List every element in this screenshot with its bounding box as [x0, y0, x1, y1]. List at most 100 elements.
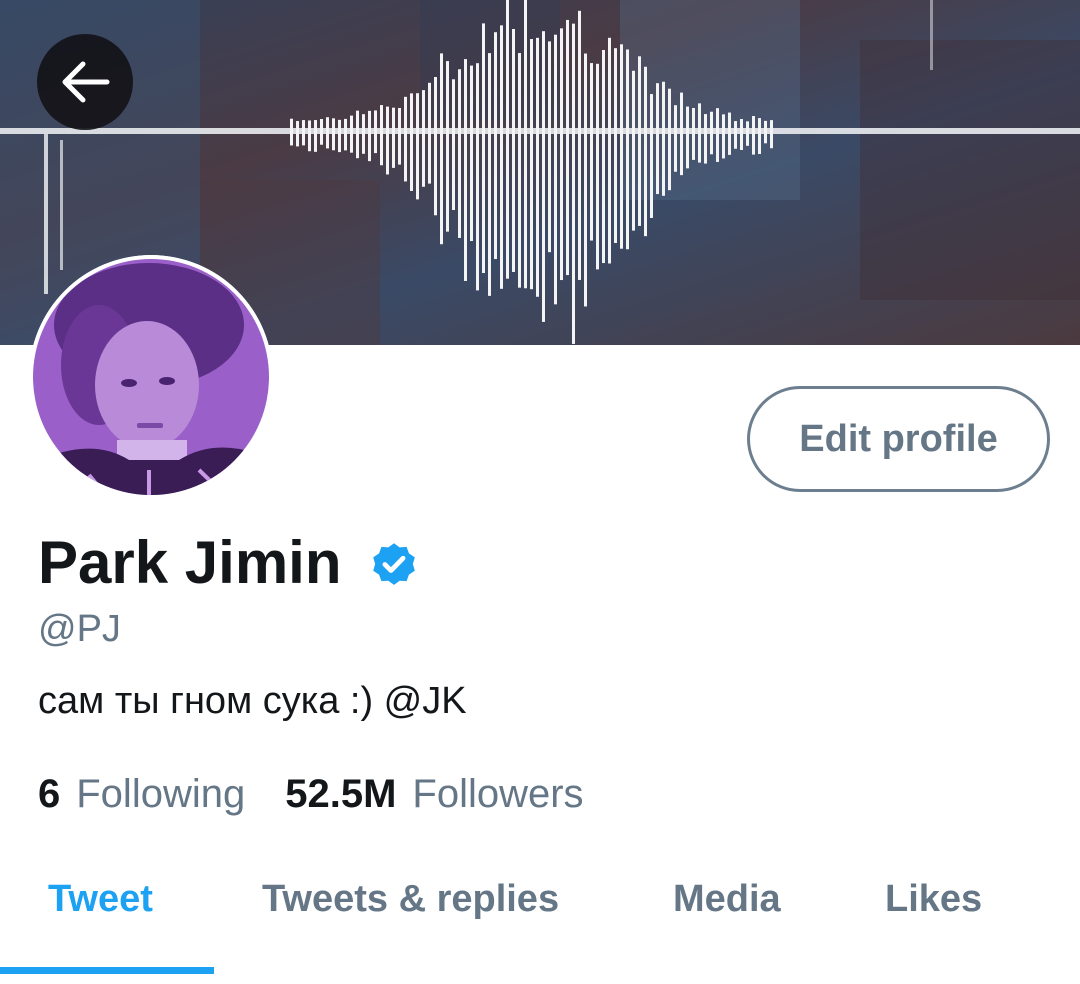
waveform-bar: [440, 53, 443, 245]
waveform-bar: [614, 48, 617, 243]
followers-label: Followers: [412, 772, 584, 816]
waveform-bar: [596, 63, 599, 270]
waveform-bar: [764, 120, 767, 144]
waveform-bar: [674, 105, 677, 172]
waveform-bar: [380, 105, 383, 166]
waveform-bar: [368, 110, 371, 162]
waveform-bar: [692, 108, 695, 160]
waveform-bar: [392, 107, 395, 168]
waveform-bar: [446, 61, 449, 232]
waveform-bar: [734, 121, 737, 149]
waveform-bar: [632, 70, 635, 231]
waveform-bar: [398, 107, 401, 165]
waveform-bar: [656, 83, 659, 195]
tab-tweet[interactable]: Tweet: [48, 878, 153, 921]
followers-stat[interactable]: 52.5M Followers: [285, 772, 583, 817]
waveform-bar: [716, 108, 719, 162]
waveform-bar: [512, 28, 515, 272]
waveform-bar: [524, 0, 527, 289]
waveform-bar: [494, 32, 497, 260]
waveform-bar: [326, 117, 329, 149]
waveform-bar: [362, 114, 365, 154]
follow-stats: 6 Following 52.5M Followers: [38, 772, 584, 817]
waveform-bar: [320, 119, 323, 145]
waveform-bar: [356, 110, 359, 159]
waveform-bar: [506, 0, 509, 279]
waveform-bar: [668, 88, 671, 191]
edit-profile-label: Edit profile: [799, 417, 998, 460]
waveform-bar: [416, 93, 419, 200]
tab-media[interactable]: Media: [673, 878, 781, 921]
waveform-bar: [722, 114, 725, 159]
back-button[interactable]: [37, 34, 133, 130]
waveform-bar: [386, 106, 389, 175]
waveform-bar: [404, 96, 407, 182]
waveform-bar: [518, 53, 521, 288]
waveform-bar: [314, 120, 317, 152]
verified-badge-icon: [372, 542, 415, 585]
following-stat[interactable]: 6 Following: [38, 772, 245, 817]
waveform-bar: [578, 10, 581, 280]
active-tab-indicator: [0, 967, 214, 974]
waveform-bar: [374, 110, 377, 154]
avatar[interactable]: [29, 255, 273, 499]
following-label: Following: [76, 772, 246, 816]
user-handle: @PJ: [38, 608, 121, 650]
waveform-bar: [584, 53, 587, 307]
waveform-bar: [500, 25, 503, 289]
waveform-bar: [758, 118, 761, 155]
waveform-bar: [710, 111, 713, 155]
waveform-bar: [488, 53, 491, 296]
waveform-bar: [770, 120, 773, 149]
waveform-bar: [602, 49, 605, 264]
waveform-bar: [572, 23, 575, 344]
waveform-bar: [740, 119, 743, 150]
waveform-bar: [470, 65, 473, 242]
waveform-bar: [560, 28, 563, 281]
waveform-bar: [638, 56, 641, 226]
waveform-bar: [650, 94, 653, 218]
followers-count: 52.5M: [285, 772, 397, 816]
tab-likes[interactable]: Likes: [885, 878, 982, 921]
waveform-bar: [626, 49, 629, 250]
waveform-bar: [410, 93, 413, 191]
waveform-bar: [476, 63, 479, 291]
waveform-bar: [302, 120, 305, 146]
waveform-bar: [608, 37, 611, 264]
waveform-bar: [698, 103, 701, 163]
waveform-bar: [332, 118, 335, 151]
waveform-bar: [548, 41, 551, 253]
waveform-bar: [422, 90, 425, 187]
edit-profile-button[interactable]: Edit profile: [747, 386, 1050, 492]
waveform-bar: [536, 37, 539, 297]
avatar-image: [29, 255, 273, 499]
waveform-bar: [428, 82, 431, 184]
waveform-bar: [290, 118, 293, 146]
display-name: Park Jimin: [38, 529, 342, 596]
tab-tweets-and-replies[interactable]: Tweets & replies: [262, 878, 559, 921]
waveform-bar: [590, 63, 593, 241]
waveform-bar: [308, 120, 311, 152]
following-count: 6: [38, 772, 61, 816]
waveform-bar: [344, 118, 347, 151]
profile-name-row: Park Jimin: [38, 528, 420, 597]
waveform-bar: [464, 59, 467, 281]
waveform-bar: [338, 119, 341, 153]
waveform-bar: [482, 23, 485, 274]
waveform-bar: [350, 115, 353, 153]
profile-tabs: Tweet Tweets & replies Media Likes: [0, 860, 1080, 984]
waveform-bar: [704, 114, 707, 164]
profile-bio: сам ты гном сука :) @JK: [38, 680, 467, 722]
waveform-bar: [458, 69, 461, 238]
profile-page: Edit profile Park Jimin @PJ сам ты гном …: [0, 0, 1080, 984]
waveform-bar: [566, 19, 569, 276]
waveform-bar: [644, 66, 647, 237]
waveform-bar: [686, 106, 689, 169]
waveform-bar: [746, 121, 749, 146]
waveform-bar: [434, 76, 437, 216]
waveform-bar: [530, 39, 533, 290]
waveform-bar: [752, 116, 755, 155]
waveform-bar: [554, 34, 557, 305]
waveform-bar: [662, 81, 665, 196]
waveform-bar: [620, 44, 623, 249]
